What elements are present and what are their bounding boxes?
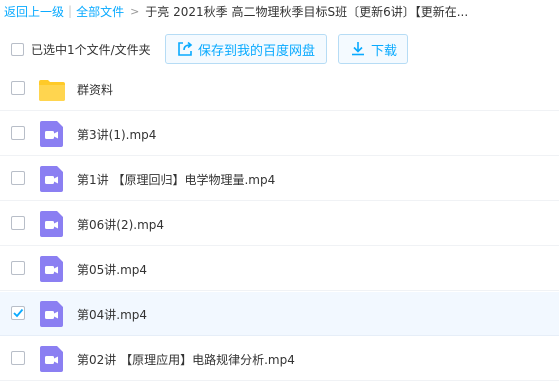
- file-name[interactable]: 第04讲.mp4: [77, 306, 147, 323]
- file-name[interactable]: 群资料: [77, 81, 113, 98]
- save-to-netdisk-button[interactable]: 保存到我的百度网盘: [165, 34, 327, 64]
- save-button-label: 保存到我的百度网盘: [198, 43, 316, 59]
- video-file-icon: [39, 165, 65, 193]
- file-name[interactable]: 第05讲.mp4: [77, 261, 147, 278]
- all-files-link[interactable]: 全部文件: [76, 3, 124, 20]
- toolbar: 已选中1个文件/文件夹 保存到我的百度网盘 下载: [0, 34, 559, 64]
- list-item[interactable]: 第05讲.mp4: [0, 247, 559, 291]
- row-checkbox[interactable]: [11, 351, 25, 365]
- file-name[interactable]: 第1讲 【原理回归】电学物理量.mp4: [77, 171, 275, 188]
- video-file-icon: [39, 210, 65, 238]
- video-file-icon: [39, 120, 65, 148]
- download-icon: [349, 40, 367, 58]
- file-name[interactable]: 第06讲(2).mp4: [77, 216, 164, 233]
- list-item[interactable]: 第06讲(2).mp4: [0, 202, 559, 246]
- list-item[interactable]: 第04讲.mp4: [0, 292, 559, 336]
- row-checkbox[interactable]: [11, 126, 25, 140]
- select-all-checkbox[interactable]: [11, 43, 24, 56]
- folder-icon: [39, 75, 65, 103]
- chevron-right-icon: >: [130, 4, 140, 18]
- file-name[interactable]: 第3讲(1).mp4: [77, 126, 156, 143]
- video-file-icon: [39, 255, 65, 283]
- selection-count-label: 已选中1个文件/文件夹: [31, 43, 151, 57]
- list-item[interactable]: 第02讲 【原理应用】电路规律分析.mp4: [0, 337, 559, 381]
- breadcrumb: 返回上一级 | 全部文件 > 于亮 2021秋季 高二物理秋季目标S班〔更新6讲…: [4, 0, 556, 22]
- checkmark-icon: [13, 308, 24, 318]
- download-button-label: 下载: [371, 43, 398, 59]
- download-button[interactable]: 下载: [338, 34, 408, 64]
- list-item[interactable]: 群资料: [0, 67, 559, 111]
- row-checkbox[interactable]: [11, 261, 25, 275]
- list-item[interactable]: 第3讲(1).mp4: [0, 112, 559, 156]
- save-icon: [176, 40, 194, 58]
- row-checkbox[interactable]: [11, 216, 25, 230]
- back-link[interactable]: 返回上一级: [4, 3, 64, 20]
- video-file-icon: [39, 300, 65, 328]
- video-file-icon: [39, 345, 65, 373]
- list-item[interactable]: 第1讲 【原理回归】电学物理量.mp4: [0, 157, 559, 201]
- breadcrumb-separator: |: [68, 4, 73, 18]
- row-checkbox-checked[interactable]: [11, 306, 25, 320]
- row-checkbox[interactable]: [11, 171, 25, 185]
- row-checkbox[interactable]: [11, 81, 25, 95]
- file-name[interactable]: 第02讲 【原理应用】电路规律分析.mp4: [77, 351, 295, 368]
- current-folder-title: 于亮 2021秋季 高二物理秋季目标S班〔更新6讲〕【更新在...: [145, 4, 469, 19]
